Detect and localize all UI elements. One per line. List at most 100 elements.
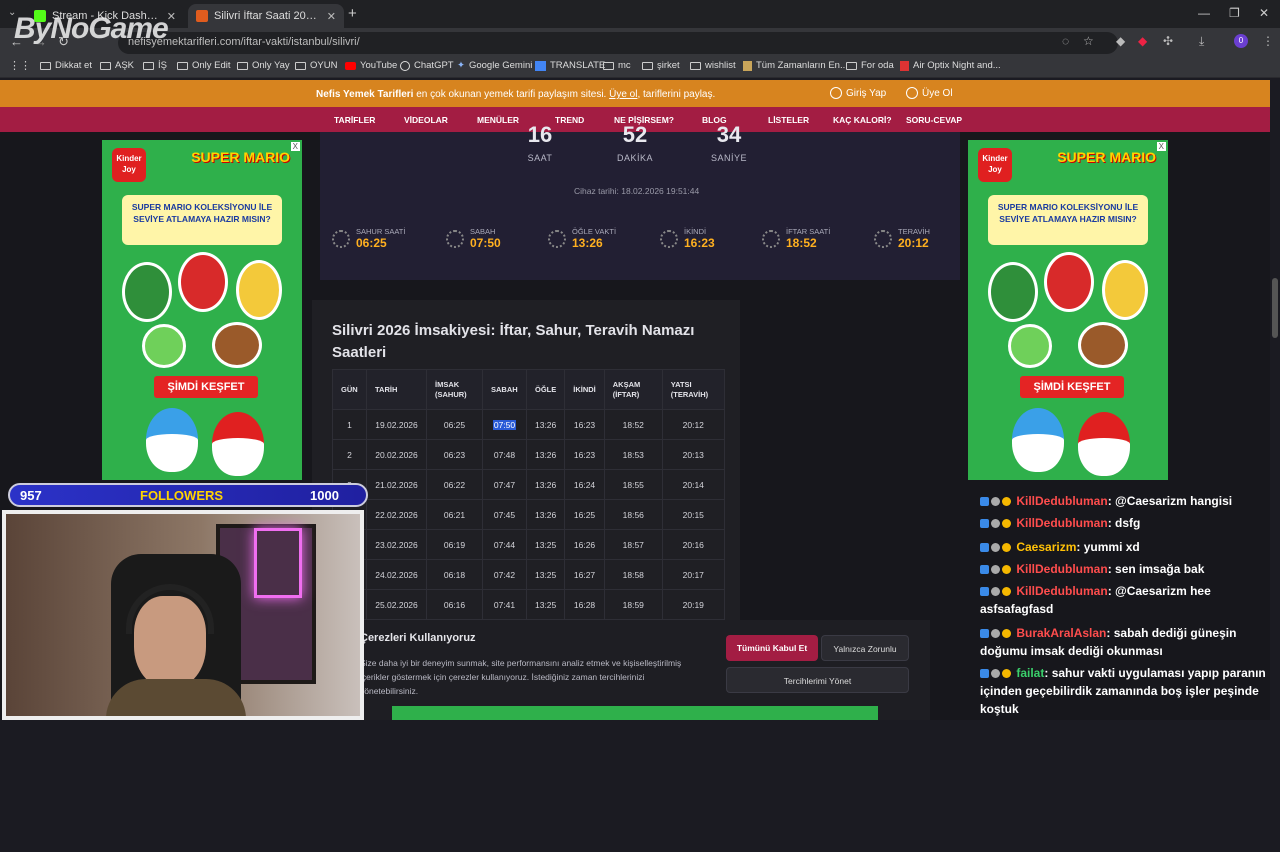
bookmark-item[interactable]: OYUN bbox=[295, 60, 337, 71]
bookmark-label: mc bbox=[618, 60, 631, 71]
nav-kac-kalori[interactable]: KAÇ KALORİ? bbox=[833, 115, 892, 125]
bookmark-item[interactable]: ChatGPT bbox=[400, 60, 454, 71]
table-cell: 13:26 bbox=[525, 499, 566, 530]
col-header: İMSAK (SAHUR) bbox=[426, 369, 483, 410]
bookmark-item[interactable]: TRANSLATE bbox=[535, 60, 605, 71]
nav-tarifler[interactable]: TARİFLER bbox=[334, 115, 375, 125]
table-row: 1 19.02.2026 06:25 07:50 13:26 16:23 18:52 20:1… bbox=[332, 409, 725, 440]
bookmark-label: Tüm Zamanların En... bbox=[756, 60, 848, 71]
bookmark-label: ChatGPT bbox=[414, 60, 454, 71]
ad-banner-right[interactable]: Kinder Joy SUPER MARIO SUPER MARIO KOLEKSİY… bbox=[968, 140, 1168, 480]
promo-brand: Nefis Yemek Tarifleri bbox=[316, 89, 414, 100]
folder-icon bbox=[237, 61, 248, 70]
chat-message: KillDedubluman: @Caesarizm hangisi bbox=[980, 492, 1275, 510]
bookmark-item[interactable]: İŞ bbox=[143, 60, 167, 71]
nav-soru-cevap[interactable]: SORU-CEVAP bbox=[906, 115, 962, 125]
minimize-button[interactable]: — bbox=[1198, 6, 1210, 20]
ad-cta-button[interactable]: ŞİMDİ KEŞFET bbox=[1020, 376, 1124, 398]
ad-close-icon[interactable]: X bbox=[290, 142, 300, 151]
badge-icon bbox=[991, 587, 1000, 596]
cell-value: 1 bbox=[347, 419, 352, 430]
chat-message: BurakAralAslan: sabah dediği güneşin doğ… bbox=[980, 624, 1275, 660]
chat-username[interactable]: KillDedubluman bbox=[1016, 516, 1107, 530]
badge-icon bbox=[1002, 629, 1011, 638]
table-cell: 07:45 bbox=[482, 499, 527, 530]
countdown-hours: 16 bbox=[527, 122, 553, 147]
ad-eggs-image bbox=[142, 408, 272, 476]
nav-menuler[interactable]: MENÜLER bbox=[477, 115, 519, 125]
ad-banner-left[interactable]: Kinder Joy SUPER MARIO SUPER MARIO KOLEKSİY… bbox=[102, 140, 302, 480]
countdown-hero: 16 52 34 SAAT DAKİKA SANİYE Cihaz tarihi… bbox=[320, 122, 960, 280]
bookmark-item[interactable]: mc bbox=[603, 60, 631, 71]
new-tab-button[interactable]: + bbox=[348, 5, 357, 22]
badge-icon bbox=[991, 565, 1000, 574]
chat-text: : dsfg bbox=[1107, 516, 1141, 530]
badge-icon bbox=[1002, 587, 1011, 596]
signup-button[interactable]: Üye Ol bbox=[906, 87, 953, 99]
ad-cta-button[interactable]: ŞİMDİ KEŞFET bbox=[154, 376, 258, 398]
necessary-only-button[interactable]: Yalnızca Zorunlu bbox=[821, 635, 909, 661]
chat-message: KillDedubluman: dsfg bbox=[980, 514, 1275, 532]
bookmark-item[interactable]: Only Yay bbox=[237, 60, 290, 71]
scroll-thumb[interactable] bbox=[1272, 278, 1278, 338]
bookmark-item[interactable]: ✦ Google Gemini bbox=[457, 60, 532, 71]
translate-icon bbox=[535, 60, 546, 71]
bookmark-item[interactable]: For oda bbox=[846, 60, 894, 71]
table-cell: 16:28 bbox=[564, 589, 605, 620]
bookmark-item[interactable]: Dikkat et bbox=[40, 60, 92, 71]
cell-value: 16:23 bbox=[573, 419, 596, 430]
table-cell: 22.02.2026 bbox=[366, 499, 427, 530]
manage-preferences-button[interactable]: Tercihlerimi Yönet bbox=[726, 667, 909, 693]
table-cell: 06:18 bbox=[426, 559, 483, 590]
sun-icon bbox=[660, 229, 678, 248]
chat-username[interactable]: BurakAralAslan bbox=[1016, 626, 1106, 640]
cell-value: 20:16 bbox=[682, 539, 704, 550]
chat-username[interactable]: KillDedubluman bbox=[1016, 494, 1107, 508]
chat-username[interactable]: failat bbox=[1016, 666, 1044, 680]
table-cell: 16:27 bbox=[564, 559, 605, 590]
bookmark-label: wishlist bbox=[705, 60, 736, 71]
cell-value: 20:17 bbox=[682, 569, 704, 580]
signup-link[interactable]: Üye ol bbox=[609, 89, 637, 100]
url-input[interactable]: nefisyemektarifleri.com/iftar-vakti/ista… bbox=[118, 32, 1118, 54]
nav-videolar[interactable]: VİDEOLAR bbox=[404, 115, 448, 125]
cell-value: 22.02.2026 bbox=[375, 509, 418, 520]
badge-icon bbox=[1002, 565, 1011, 574]
close-tab-icon[interactable]: ✕ bbox=[327, 10, 336, 23]
sun-icon bbox=[332, 229, 350, 248]
cell-value: 24.02.2026 bbox=[375, 569, 418, 580]
chat-username[interactable]: KillDedubluman bbox=[1016, 584, 1107, 598]
puzzle-icon[interactable]: ✣ bbox=[1163, 34, 1173, 48]
accept-all-button[interactable]: Tümünü Kabul Et bbox=[726, 635, 818, 661]
download-icon[interactable]: ⤓ bbox=[1199, 34, 1204, 49]
eye-off-icon[interactable]: ◌ bbox=[1062, 34, 1069, 48]
bookmark-star-icon[interactable]: ☆ bbox=[1083, 34, 1094, 48]
bookmark-item[interactable]: Air Optix Night and... bbox=[900, 60, 1001, 71]
extension-icon[interactable]: ◆ bbox=[1116, 34, 1125, 48]
close-window-button[interactable]: ✕ bbox=[1259, 6, 1269, 20]
bookmark-item[interactable]: şirket bbox=[642, 60, 680, 71]
maximize-button[interactable]: ❐ bbox=[1229, 6, 1240, 20]
menu-icon[interactable]: ⋮ bbox=[1262, 34, 1274, 48]
ad-close-icon[interactable]: X bbox=[1156, 142, 1166, 151]
cell-value: 13:26 bbox=[534, 479, 557, 490]
bookmark-item[interactable]: Tüm Zamanların En... bbox=[743, 60, 848, 71]
chat-username[interactable]: Caesarizm bbox=[1016, 540, 1076, 554]
col-header: İKİNDİ bbox=[564, 369, 605, 410]
bookmark-item[interactable]: AŞK bbox=[100, 60, 134, 71]
seconds-label: SANİYE bbox=[710, 153, 747, 163]
tab-iftar-saati[interactable]: Silivri İftar Saati 2026 Sahur, Teravih … bbox=[188, 4, 344, 28]
cell-value: 16:27 bbox=[573, 569, 596, 580]
chat-username[interactable]: KillDedubluman bbox=[1016, 562, 1107, 576]
folder-icon bbox=[846, 61, 857, 70]
login-button[interactable]: Giriş Yap bbox=[830, 87, 886, 99]
apps-icon[interactable]: ⋮⋮ bbox=[9, 59, 31, 72]
bookmark-item[interactable]: wishlist bbox=[690, 60, 736, 71]
bookmark-item[interactable]: Only Edit bbox=[177, 60, 231, 71]
bookmark-item[interactable]: YouTube bbox=[345, 60, 397, 71]
folder-icon bbox=[177, 61, 188, 70]
extension-icon[interactable]: ◆ bbox=[1138, 34, 1147, 48]
nav-listeler[interactable]: LİSTELER bbox=[768, 115, 809, 125]
close-tab-icon[interactable]: ✕ bbox=[167, 10, 176, 23]
profile-avatar[interactable]: 0 bbox=[1234, 34, 1248, 48]
